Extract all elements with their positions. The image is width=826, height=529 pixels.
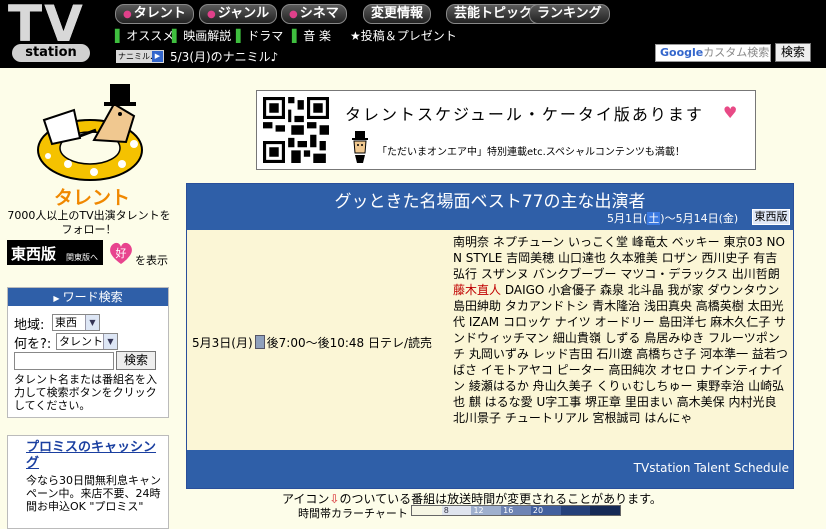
subnav-present[interactable]: ★投稿＆プレゼント [350, 28, 457, 44]
region-label: 地域: [14, 318, 45, 333]
schedule-panel: グッときた名場面ベスト77の主な出演者 5月1日(土)〜5月14日(金) 東西版… [186, 183, 794, 489]
search-brand: Google [660, 46, 704, 59]
arrow-down-icon: ⇩ [329, 492, 340, 506]
schedule-footer-text: TVstation Talent Schedule [633, 461, 789, 475]
region-select[interactable]: 東西 ▼ [52, 314, 100, 331]
banner-title: タレントスケジュール・ケータイ版あります [345, 105, 704, 124]
subnav-music[interactable]: ▌ 音 楽 [292, 28, 331, 44]
word-search-panel: ▶ ワード検索 地域: 東西 ▼ 何を?: タレント ▼ 検索 タレント名または番組名… [7, 287, 169, 418]
subnav-movie[interactable]: ▌ 映画解説 [172, 28, 231, 44]
what-label: 何を?: [14, 337, 52, 352]
color-chart-segment: 20 [530, 506, 561, 515]
edition-switch-label: 関東版へ [66, 253, 98, 262]
site-search-input[interactable]: Googleカスタム検索 [655, 44, 771, 62]
time-color-icon [254, 335, 265, 349]
color-chart-segment: 12 [471, 506, 502, 515]
time-color-chart: 8 12 16 20 [411, 505, 621, 516]
today-link[interactable]: 5/3(月)のナニミル♪ [170, 49, 278, 65]
ad-panel: プロミスのキャッシング 今なら30日間無利息キャンペーン中。来店不要、24時間お… [7, 435, 169, 529]
slot-date: 5月3日(月) [192, 336, 253, 350]
site-header: TV station ● タレント ● ジャンル ● シネマ 変更情報 芸能トピックス… [0, 0, 826, 68]
schedule-header: グッときた名場面ベスト77の主な出演者 5月1日(土)〜5月14日(金) 東西版 [187, 184, 793, 230]
site-logo[interactable]: TV station [2, 0, 98, 64]
schedule-row: 5月3日(月) 後7:00〜後10:48 日テレ/読売 南明奈 ネプチューン いっ… [187, 230, 793, 449]
chevron-down-icon: ▼ [85, 315, 99, 330]
color-chart-segment [560, 506, 591, 515]
bullet-icon: ▌ [172, 29, 182, 43]
saturday-highlight: 土 [647, 212, 661, 225]
site-search-button[interactable]: 検索 [775, 43, 811, 62]
slot-broadcast: 後7:00〜後10:48 日テレ/読売 [266, 336, 433, 350]
bullet-icon: ▌ [115, 29, 125, 43]
banner-subtitle: 「ただいまオンエア中」特別連載etc.スペシャルコンテンツも満載！ [377, 147, 685, 158]
schedule-date-range: 5月1日(土)〜5月14日(金) [607, 212, 739, 225]
color-chart-tick: 8 [443, 506, 449, 515]
cast-highlight: 藤木直人 [453, 283, 502, 297]
mascot-small-icon [352, 131, 368, 163]
color-chart-tick: 12 [473, 506, 484, 515]
sidebar-description: 7000人以上のTV出演タレントをフォロー！ [7, 209, 171, 236]
edition-switch-button[interactable]: 東西版 関東版へ [7, 240, 103, 265]
slot-time: 5月3日(月) 後7:00〜後10:48 日テレ/読売 [192, 334, 432, 351]
subnav-drama[interactable]: ▌ ドラマ [236, 28, 283, 44]
sidebar-title: タレント [53, 187, 130, 209]
favorite-label: を表示 [135, 254, 168, 267]
triangle-icon: ▶ [53, 294, 60, 303]
today-badge[interactable]: ナニミル♪ ▶ [116, 50, 164, 63]
cast-list: 南明奈 ネプチューン いっこく堂 峰竜太 ベッキー 東京03 NON STYLE… [453, 235, 788, 425]
mobile-banner[interactable]: タレントスケジュール・ケータイ版あります ♥ 「ただいまオンエア中」特別連載et… [256, 90, 756, 170]
nav-talent[interactable]: ● タレント [115, 4, 194, 24]
svg-text:好: 好 [116, 246, 127, 260]
logo-subtext: station [12, 44, 90, 62]
qr-code-icon [263, 97, 329, 163]
color-chart-segment: 16 [501, 506, 531, 515]
nav-changes[interactable]: 変更情報 [363, 4, 432, 24]
bullet-icon: ▌ [236, 29, 246, 43]
color-chart-tick: 20 [532, 506, 544, 515]
bullet-icon: ● [207, 9, 216, 20]
color-chart-segment [590, 506, 621, 515]
favorite-icon[interactable]: 好 [108, 240, 134, 266]
chevron-down-icon: ▼ [103, 334, 117, 349]
ad-title-link[interactable]: プロミスのキャッシング [26, 440, 166, 472]
subnav-recommend[interactable]: ▌ オススメ [115, 28, 174, 44]
keyword-search-button[interactable]: 検索 [116, 351, 156, 370]
color-chart-tick: 16 [503, 506, 514, 515]
bullet-icon: ● [123, 9, 132, 20]
bullet-icon: ▌ [292, 29, 302, 43]
heart-icon: ♥ [723, 103, 738, 122]
what-select[interactable]: タレント ▼ [56, 333, 118, 350]
ad-body: 今なら30日間無利息キャンペーン中。来店不要、24時間お申込OK "プロミス" [26, 474, 161, 513]
edition-label: 東西版 [11, 245, 57, 263]
schedule-title: グッときた名場面ベスト77の主な出演者 [334, 192, 646, 212]
mascot-icon [37, 84, 143, 181]
play-icon: ▶ [152, 51, 163, 62]
color-chart-segment [412, 506, 442, 515]
region-badge[interactable]: 東西版 [752, 209, 790, 225]
word-search-help: タレント名または番組名を入力して検索ボタンをクリックしてください。 [14, 373, 157, 412]
schedule-footer: TVstation Talent Schedule [187, 450, 793, 488]
nav-genre[interactable]: ● ジャンル [199, 4, 278, 24]
color-chart-segment: 8 [441, 506, 472, 515]
nav-cinema[interactable]: ● シネマ [281, 4, 347, 24]
color-chart-label: 時間帯カラーチャート [298, 507, 408, 520]
bullet-icon: ● [289, 9, 298, 20]
nav-ranking[interactable]: ランキング [529, 4, 610, 24]
word-search-heading: ▶ ワード検索 [8, 288, 168, 306]
keyword-input[interactable] [14, 352, 114, 370]
